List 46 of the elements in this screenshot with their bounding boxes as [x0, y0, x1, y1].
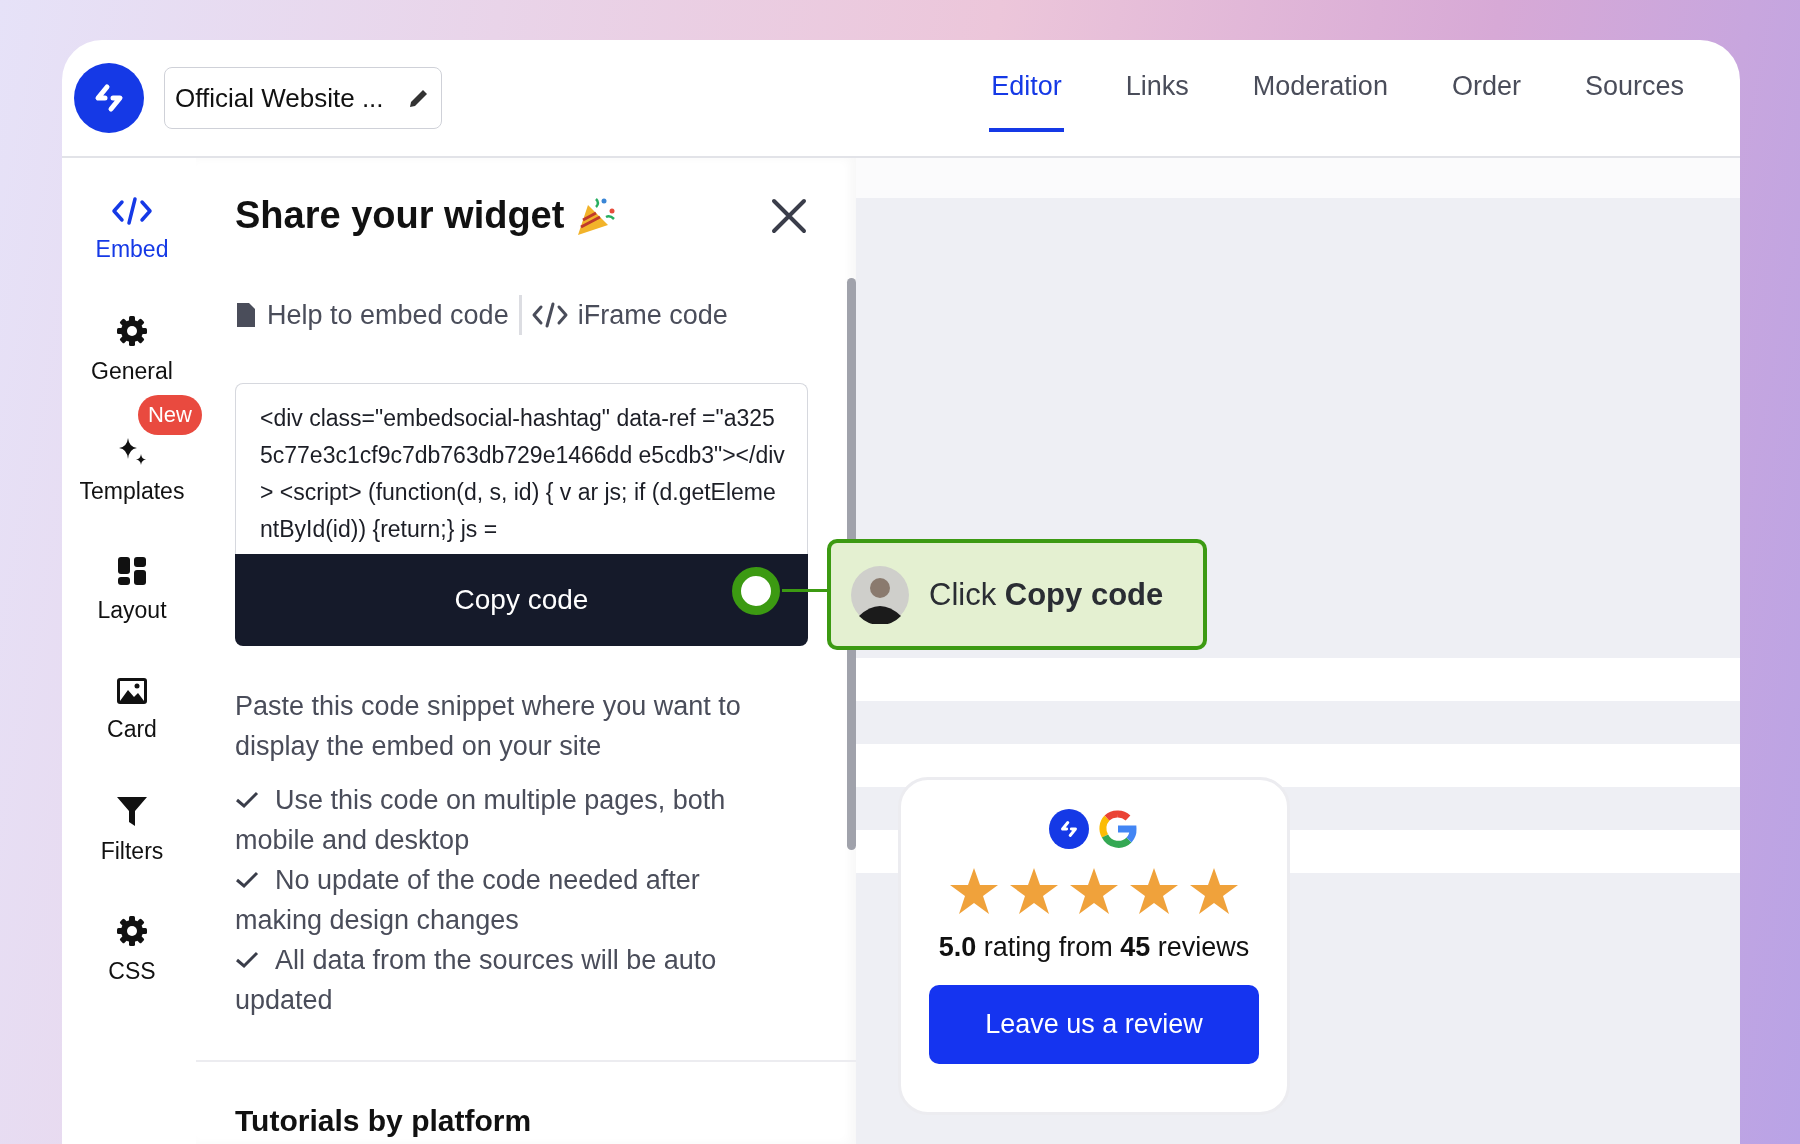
star-icon — [1128, 866, 1180, 916]
settings-icon — [115, 914, 149, 948]
panel-title: Share your widget — [235, 194, 565, 237]
star-icon — [1188, 866, 1240, 916]
sidebar-item[interactable]: Templates — [79, 434, 185, 505]
rating-summary: 5.0 rating from 45 reviews — [938, 932, 1250, 963]
layout-icon — [116, 555, 148, 587]
check-icon — [235, 871, 259, 889]
nav-tab[interactable]: Moderation — [1250, 44, 1390, 132]
copy-code-button[interactable]: Copy code — [235, 554, 808, 646]
sidebar-item[interactable]: Filters — [100, 794, 164, 865]
sidebar-item[interactable]: Card — [107, 676, 157, 743]
document-icon — [235, 301, 257, 329]
new-badge: New — [138, 395, 202, 435]
help-link[interactable]: Help to embed code — [235, 299, 509, 331]
checklist-text: Use this code on multiple pages, both mobile and desktop — [235, 785, 726, 855]
checklist-text: All data from the sources will be auto updated — [235, 945, 717, 1015]
star-icon — [1008, 866, 1060, 916]
image-icon — [115, 676, 149, 706]
section-title: Tutorials by platform — [235, 1104, 533, 1138]
star-icon — [1068, 866, 1120, 916]
nav-tab[interactable]: Order — [1449, 44, 1523, 132]
google-g-icon — [1097, 808, 1139, 850]
help-link[interactable]: iFrame code — [531, 299, 728, 331]
sidebar-item[interactable]: Layout — [97, 555, 167, 624]
nav-tab[interactable]: Sources — [1582, 44, 1686, 132]
leave-review-button[interactable]: Leave us a review — [929, 985, 1259, 1064]
code-icon — [531, 302, 568, 328]
tooltip-text: Click Copy code — [929, 576, 1164, 613]
nav-tab[interactable]: Links — [1123, 44, 1191, 132]
check-icon — [235, 951, 259, 969]
logo-icon — [1049, 809, 1089, 849]
sidebar-item[interactable]: Embed — [95, 196, 169, 263]
sidebar-item[interactable]: CSS — [108, 914, 156, 985]
nav-tab[interactable]: Editor — [989, 44, 1064, 132]
settings-icon — [115, 314, 149, 348]
avatar-icon — [851, 565, 909, 624]
checklist-text: No update of the code needed after making design changes — [235, 865, 700, 935]
close-button[interactable] — [770, 196, 808, 235]
description-text: Paste this code snippet where you want to display the embed on your site — [235, 690, 742, 763]
sidebar-item[interactable]: General — [91, 314, 173, 385]
star-icon — [948, 866, 1000, 916]
filter-icon — [115, 794, 149, 828]
code-icon — [111, 196, 153, 226]
check-icon — [235, 791, 259, 809]
widget-name-field[interactable]: Official Website ... — [164, 67, 442, 129]
